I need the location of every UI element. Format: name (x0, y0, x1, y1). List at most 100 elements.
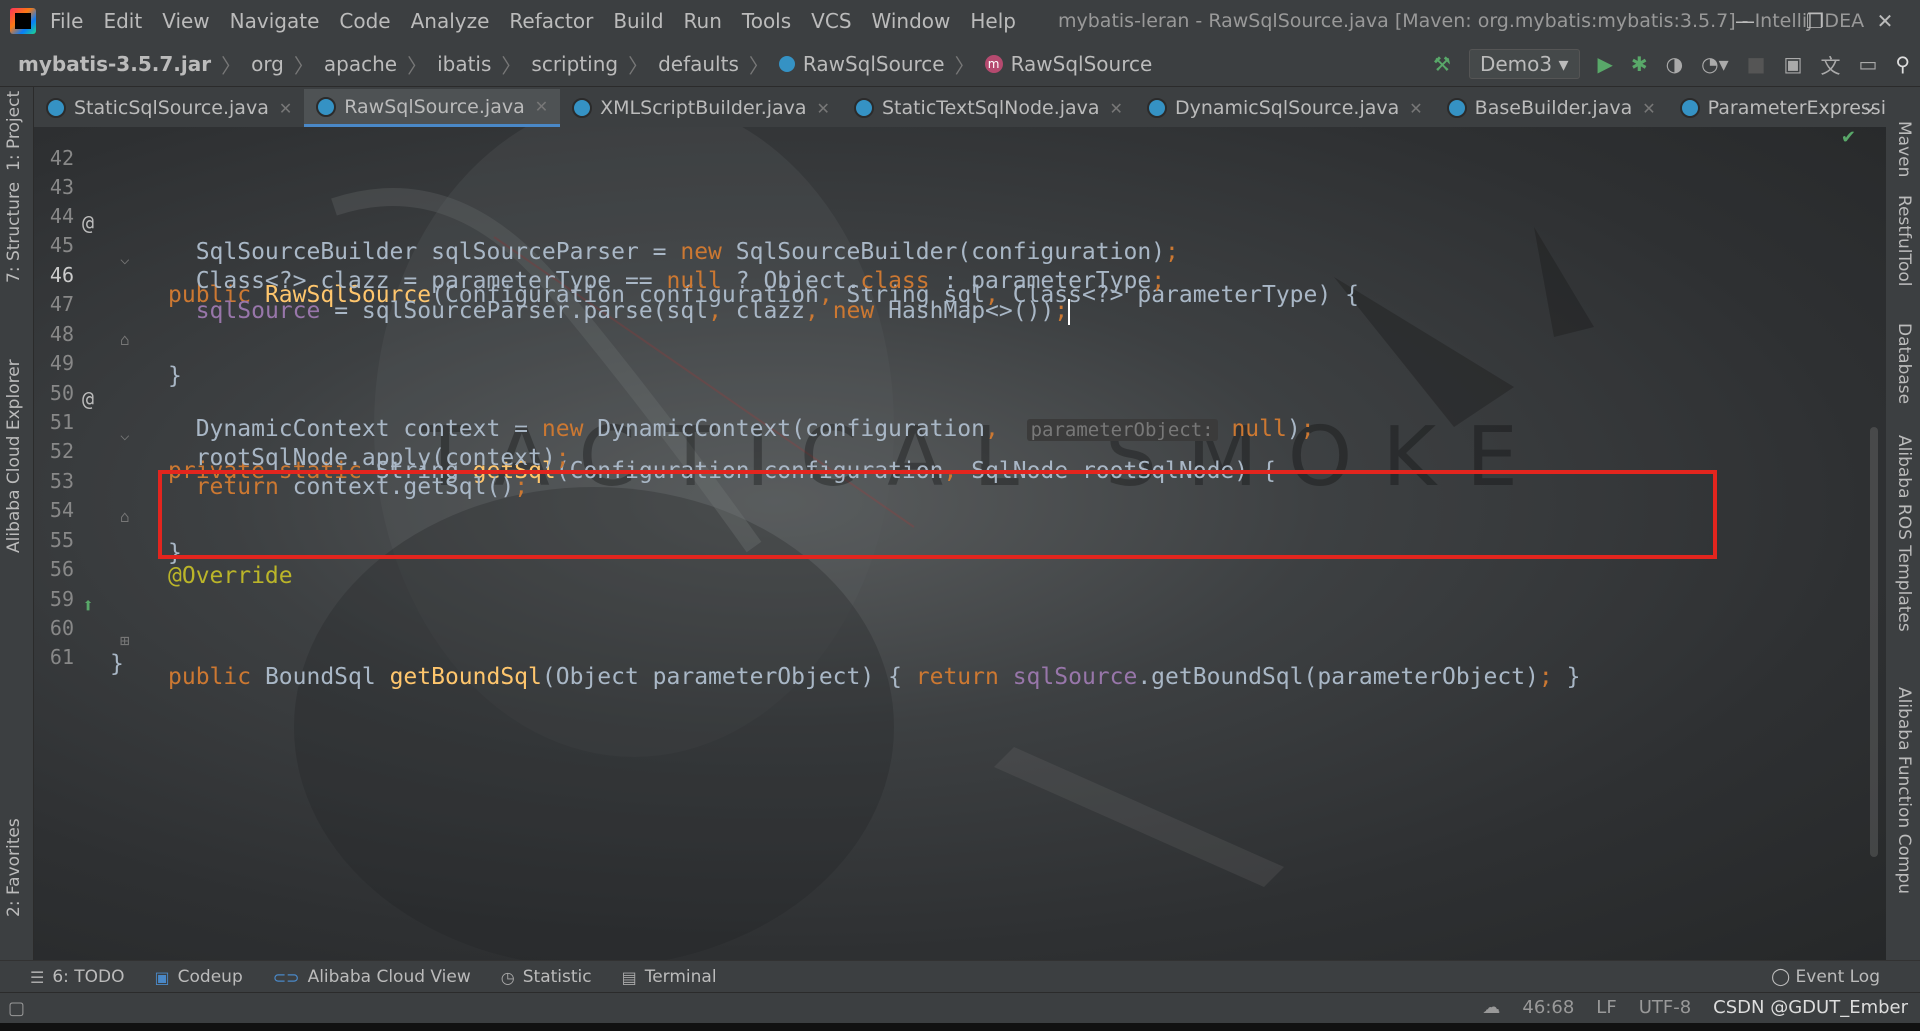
menu-navigate[interactable]: Navigate (230, 9, 320, 33)
tab-label: ParameterExpression.java (1707, 97, 1886, 119)
presentation-icon[interactable]: ▭ (1858, 52, 1877, 76)
tool-favorites[interactable]: 2: Favorites (4, 818, 24, 917)
class-icon (1679, 98, 1700, 118)
code-line: 61 (34, 603, 1834, 669)
menu-analyze[interactable]: Analyze (411, 9, 490, 33)
search-icon[interactable]: ⚲ (1895, 52, 1910, 76)
inspection-ok-icon[interactable]: ✔ (1841, 127, 1856, 148)
breadcrumb-org[interactable]: org (251, 52, 284, 76)
menu-build[interactable]: Build (613, 9, 663, 33)
breadcrumb-separator: 〉 (293, 53, 314, 78)
window-controls: — ❐ ✕ (1710, 0, 1920, 42)
breadcrumb-jar[interactable]: mybatis-3.5.7.jar (18, 52, 211, 76)
project-structure-icon[interactable]: ▣ (1784, 52, 1803, 76)
tab-parameter-expression[interactable]: ParameterExpression.java✕ (1668, 89, 1886, 127)
menu-edit[interactable]: Edit (103, 9, 142, 33)
menu-help[interactable]: Help (970, 9, 1016, 33)
tab-base-builder[interactable]: BaseBuilder.java ✕ (1435, 89, 1668, 127)
method-icon: m (984, 55, 1003, 73)
breadcrumb-separator: 〉 (748, 53, 769, 78)
caret-position[interactable]: 46:68 (1522, 997, 1574, 1018)
tool-database[interactable]: Database (1894, 323, 1914, 404)
menu-file[interactable]: File (50, 9, 83, 33)
breadcrumb-method[interactable]: m RawSqlSource (984, 52, 1152, 76)
debug-icon[interactable]: ✱ (1631, 52, 1648, 76)
event-log-label: Event Log (1795, 967, 1880, 987)
tool-todo-label: 6: TODO (52, 967, 125, 987)
close-tab-icon[interactable]: ✕ (279, 99, 292, 118)
translate-icon[interactable]: 文 (1820, 50, 1840, 79)
menu-run[interactable]: Run (684, 9, 722, 33)
line-number: 61 (49, 645, 74, 669)
tool-todo[interactable]: ☰ 6: TODO (30, 967, 125, 987)
toolbar: ⚒ Demo3 ▾ ▶ ✱ ◑ ◔▾ ■ ▣ 文 ▭ ⚲ (1433, 42, 1910, 86)
vertical-scrollbar[interactable] (1870, 427, 1878, 857)
minimize-button[interactable]: — (1710, 0, 1780, 42)
tab-static-text-sql-node[interactable]: StaticTextSqlNode.java ✕ (842, 89, 1135, 127)
menu-window[interactable]: Window (872, 9, 951, 33)
tool-terminal[interactable]: ▤ Terminal (622, 967, 717, 987)
run-icon[interactable]: ▶ (1598, 52, 1613, 76)
tool-alibaba-ros-templates[interactable]: Alibaba ROS Templates (1894, 435, 1914, 632)
tool-codeup[interactable]: ▣ Codeup (155, 967, 243, 987)
profile-icon[interactable]: ◔▾ (1701, 52, 1729, 76)
breadcrumb-defaults[interactable]: defaults (658, 52, 739, 76)
chevron-down-icon[interactable]: ⌄ (1861, 93, 1878, 117)
code-text: public BoundSql getBoundSql(Object param… (168, 664, 1581, 690)
menu-tools[interactable]: Tools (742, 9, 791, 33)
cloud-status-icon[interactable]: ☁ (1482, 997, 1500, 1018)
tool-alibaba-cloud-explorer[interactable]: Alibaba Cloud Explorer (4, 359, 24, 553)
restore-button[interactable]: ❐ (1780, 0, 1850, 42)
breadcrumb-ibatis[interactable]: ibatis (437, 52, 491, 76)
class-icon (46, 98, 66, 118)
tool-statistic[interactable]: ◷ Statistic (501, 967, 592, 987)
file-encoding[interactable]: UTF-8 (1639, 997, 1691, 1018)
status-bar: ▢ ☁ 46:68 LF UTF-8 CSDN @GDUT_Ember (0, 992, 1920, 1024)
breadcrumb-scripting[interactable]: scripting (531, 52, 618, 76)
tool-maven[interactable]: Maven (1894, 121, 1914, 177)
class-icon (572, 98, 593, 118)
tool-alibaba-cloud-view[interactable]: ⊂⊃ Alibaba Cloud View (273, 967, 471, 987)
code-text: } (110, 651, 124, 677)
close-tab-icon[interactable]: ✕ (535, 97, 548, 116)
close-tab-icon[interactable]: ✕ (1642, 99, 1655, 118)
event-log-button[interactable]: ◯ Event Log (1771, 967, 1880, 987)
breadcrumb-separator: 〉 (628, 53, 649, 78)
menu-code[interactable]: Code (339, 9, 390, 33)
editor-tab-bar: StaticSqlSource.java ✕ RawSqlSource.java ✕… (34, 87, 1886, 127)
breadcrumb-apache[interactable]: apache (324, 52, 397, 76)
tool-terminal-label: Terminal (644, 967, 717, 987)
codeup-icon: ▣ (154, 967, 170, 987)
code-editor[interactable]: TACTICAL SMOKE 42 43 @ ⌵ public RawSqlSo… (34, 127, 1886, 960)
toggle-tool-windows-icon[interactable]: ▢ (8, 998, 25, 1019)
tool-restful-tool[interactable]: RestfulTool (1894, 195, 1914, 287)
menu-view[interactable]: View (162, 9, 209, 33)
menu-refactor[interactable]: Refactor (509, 9, 593, 33)
tool-alibaba-function-compute[interactable]: Alibaba Function Compu (1894, 687, 1914, 894)
tool-project[interactable]: 1: Project (4, 91, 24, 171)
line-separator[interactable]: LF (1596, 997, 1616, 1018)
menu-bar: File Edit View Navigate Code Analyze Ref… (0, 0, 1920, 42)
status-right: ☁ 46:68 LF UTF-8 CSDN @GDUT_Ember (1482, 997, 1908, 1018)
close-tab-icon[interactable]: ✕ (1409, 99, 1422, 118)
coverage-icon[interactable]: ◑ (1666, 52, 1683, 76)
class-icon (778, 56, 795, 72)
stop-icon[interactable]: ■ (1747, 52, 1766, 76)
breadcrumb-class[interactable]: RawSqlSource (778, 52, 945, 76)
close-button[interactable]: ✕ (1850, 0, 1920, 42)
list-icon: ☰ (30, 967, 45, 987)
terminal-icon: ▤ (621, 967, 637, 987)
tab-raw-sql-source[interactable]: RawSqlSource.java ✕ (304, 89, 561, 127)
run-config-dropdown[interactable]: Demo3 ▾ (1468, 49, 1580, 79)
statistic-icon: ◷ (500, 967, 515, 987)
menu-vcs[interactable]: VCS (811, 9, 851, 33)
tab-label: DynamicSqlSource.java (1174, 97, 1400, 119)
close-tab-icon[interactable]: ✕ (1110, 99, 1123, 118)
tab-dynamic-sql-source[interactable]: DynamicSqlSource.java ✕ (1135, 89, 1435, 127)
tool-structure[interactable]: 7: Structure (4, 182, 24, 283)
close-tab-icon[interactable]: ✕ (817, 99, 830, 118)
build-hammer-icon[interactable]: ⚒ (1433, 52, 1451, 76)
tab-xml-script-builder[interactable]: XMLScriptBuilder.java ✕ (560, 89, 842, 127)
tool-statistic-label: Statistic (522, 967, 592, 987)
tab-static-sql-source[interactable]: StaticSqlSource.java ✕ (34, 89, 304, 127)
